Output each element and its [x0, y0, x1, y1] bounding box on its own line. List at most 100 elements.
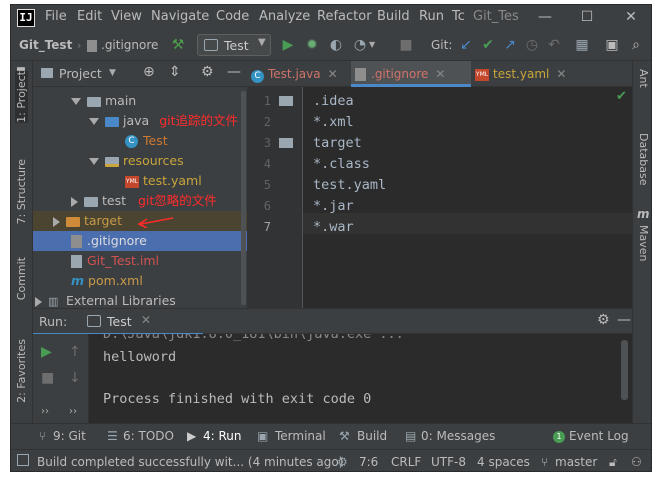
tool-tab-todo[interactable]: 6: TODO: [123, 429, 174, 443]
chevron-down-icon[interactable]: ▼: [109, 68, 116, 78]
project-view-select[interactable]: Project: [59, 66, 102, 81]
tool-tab-git[interactable]: 9: Git: [53, 429, 86, 443]
tool-tab-messages[interactable]: 0: Messages: [421, 429, 495, 443]
git-commit-icon[interactable]: ✔: [479, 36, 497, 54]
maximize-icon[interactable]: ☐: [576, 7, 598, 27]
tool-tab-commit[interactable]: Commit: [15, 257, 28, 300]
memory-indicator-icon[interactable]: ⚇: [631, 455, 642, 469]
run-config-select[interactable]: Test ▼: [197, 34, 271, 56]
git-branch-icon: ⑂: [39, 429, 47, 443]
scroll-down-icon[interactable]: ↓: [69, 370, 81, 386]
hide-panel-icon[interactable]: —: [617, 312, 631, 328]
more-actions-icon[interactable]: ››: [41, 406, 49, 417]
tool-tab-build[interactable]: Build: [357, 429, 387, 443]
status-message[interactable]: Build completed successfully wit... (4 m…: [37, 455, 343, 469]
tool-tab-project[interactable]: 1: Project: [15, 71, 28, 123]
tool-tab-run[interactable]: 4: Run: [203, 429, 242, 443]
tree-item-target[interactable]: target: [33, 211, 247, 231]
line-separator[interactable]: CRLF: [391, 455, 421, 469]
tab-gitignore[interactable]: .gitignore ✕: [351, 61, 471, 87]
tool-tab-structure[interactable]: 7: Structure: [15, 159, 28, 224]
stop-icon[interactable]: ■: [397, 36, 415, 54]
tree-item-pom[interactable]: m pom.xml: [33, 271, 247, 291]
close-tab-icon[interactable]: ✕: [141, 313, 151, 327]
search-icon[interactable]: ⌕: [627, 36, 645, 54]
rollback-icon[interactable]: ↶: [545, 36, 563, 54]
git-branch[interactable]: master: [555, 455, 597, 469]
folder-icon: [84, 196, 98, 207]
run-icon[interactable]: ▶: [279, 36, 297, 54]
breadcrumb-file[interactable]: .gitignore: [101, 38, 158, 52]
stop-icon[interactable]: ■: [41, 370, 54, 386]
console-scrollbar[interactable]: [621, 340, 628, 400]
tool-tab-terminal[interactable]: Terminal: [275, 429, 326, 443]
coverage-icon[interactable]: ◐: [327, 36, 345, 54]
tree-item-java[interactable]: java git追踪的文件: [33, 111, 247, 131]
collapse-all-icon[interactable]: ⇕: [169, 64, 181, 80]
tool-tab-event-log[interactable]: Event Log: [569, 429, 629, 443]
menu-code[interactable]: Code: [216, 9, 249, 24]
tab-test-java[interactable]: C Test.java ✕: [247, 61, 351, 87]
file-encoding[interactable]: UTF-8: [431, 455, 466, 469]
tree-item-test-class[interactable]: C Test: [33, 131, 247, 151]
tool-tab-ant[interactable]: Ant: [637, 69, 650, 88]
debug-icon[interactable]: ✹: [303, 36, 321, 54]
git-update-icon[interactable]: ↙: [457, 36, 475, 54]
chevron-down-icon: ▼: [258, 37, 266, 48]
menu-build[interactable]: Build: [377, 9, 410, 24]
hide-panel-icon[interactable]: —: [227, 64, 241, 80]
rerun-icon[interactable]: ▶: [41, 344, 52, 360]
profile-icon[interactable]: ◔: [351, 36, 369, 54]
menu-edit[interactable]: Edit: [77, 9, 102, 24]
code-editor[interactable]: .idea *.xml target *.class test.yaml *.j…: [303, 87, 632, 308]
tool-tab-maven[interactable]: Maven: [637, 225, 650, 261]
folder-icon: [87, 96, 101, 107]
run-console[interactable]: D:\Java\jdk1.8.0_181\bin\java.exe ... he…: [89, 334, 632, 423]
tree-item-gitignore[interactable]: .gitignore: [33, 231, 247, 251]
menu-analyze[interactable]: Analyze: [259, 9, 310, 24]
lock-icon[interactable]: 🔓︎: [609, 455, 617, 470]
menu-view[interactable]: View: [111, 9, 142, 24]
close-tab-icon[interactable]: ✕: [435, 67, 445, 81]
close-icon[interactable]: ✕: [620, 7, 642, 27]
tree-item-iml[interactable]: Git_Test.iml: [33, 251, 247, 271]
project-scrollbar[interactable]: [241, 91, 246, 305]
git-push-icon[interactable]: ↗: [501, 36, 519, 54]
menu-run[interactable]: Run: [419, 9, 444, 24]
indent-setting[interactable]: 4 spaces: [477, 455, 530, 469]
inspection-icon[interactable]: ⚙: [337, 455, 348, 469]
tree-label: External Libraries: [66, 293, 176, 308]
tree-item-resources[interactable]: resources: [33, 151, 247, 171]
tool-tab-favorites[interactable]: 2: Favorites: [15, 339, 28, 403]
intellij-logo-icon: IJ: [17, 9, 35, 27]
hammer-build-icon[interactable]: ⚒: [169, 36, 187, 54]
tree-label: .gitignore: [87, 233, 147, 248]
gear-icon[interactable]: ⚙: [597, 312, 610, 328]
project-structure-icon[interactable]: ▦: [573, 36, 591, 54]
close-tab-icon[interactable]: ✕: [328, 67, 338, 81]
tree-label: pom.xml: [88, 273, 143, 288]
locate-file-icon[interactable]: ⊕: [143, 64, 155, 80]
close-tab-icon[interactable]: ✕: [556, 67, 566, 81]
minimize-icon[interactable]: —: [534, 7, 556, 27]
tree-item-main[interactable]: main: [33, 91, 247, 111]
tab-test-yaml[interactable]: YML test.yaml ✕: [471, 61, 575, 87]
history-icon[interactable]: ◷: [523, 36, 541, 54]
tool-tab-database[interactable]: Database: [637, 133, 650, 186]
gear-icon[interactable]: ⚙: [201, 64, 214, 80]
menu-refactor[interactable]: Refactor: [317, 9, 372, 24]
toggle-tool-windows-icon[interactable]: [17, 454, 29, 466]
more-actions-icon[interactable]: ››: [69, 406, 77, 417]
scroll-up-icon[interactable]: ↑: [69, 344, 81, 360]
menu-navigate[interactable]: Navigate: [151, 9, 209, 24]
tree-item-test-folder[interactable]: test git忽略的文件: [33, 191, 247, 211]
more-run-chevron-icon[interactable]: ▼: [369, 40, 375, 49]
tree-item-test-yaml[interactable]: YML test.yaml: [33, 171, 247, 191]
breadcrumb-project[interactable]: Git_Test: [19, 38, 72, 52]
presentation-icon[interactable]: ▣: [603, 36, 621, 54]
menu-file[interactable]: File: [45, 9, 67, 24]
menu-tools[interactable]: Tc: [452, 9, 465, 24]
tab-label: test.yaml: [493, 67, 550, 81]
caret-position[interactable]: 7:6: [359, 455, 378, 469]
run-tab-test[interactable]: Test: [107, 314, 132, 329]
